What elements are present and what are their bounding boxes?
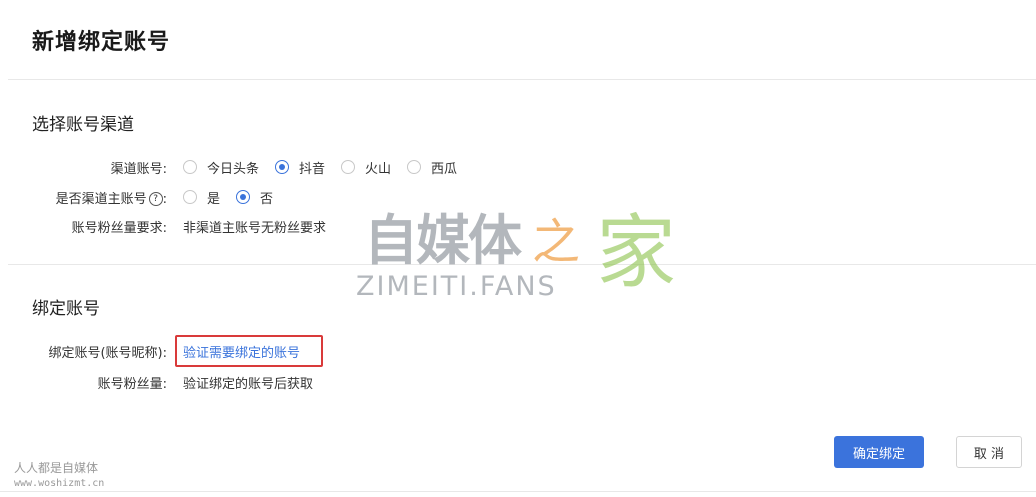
fans-count-row: 账号粉丝量: 验证绑定的账号后获取 bbox=[0, 371, 313, 393]
channel-option-douyin[interactable]: 抖音 bbox=[275, 158, 325, 177]
fans-count-label: 账号粉丝量: bbox=[97, 376, 167, 392]
fans-requirement-value: 非渠道主账号无粉丝要求 bbox=[183, 220, 327, 236]
radio-circle-checked[interactable] bbox=[275, 160, 290, 174]
bottom-divider bbox=[0, 491, 1036, 492]
channel-option-label: 抖音 bbox=[299, 161, 326, 177]
main-account-option-yes[interactable]: 是 bbox=[183, 188, 220, 207]
radio-circle[interactable] bbox=[183, 190, 197, 204]
radio-circle[interactable] bbox=[341, 160, 356, 174]
watermark-zhi-text: 之 bbox=[532, 214, 581, 270]
watermark-en-text: ZIMEITI.FANS bbox=[356, 271, 557, 302]
channel-radio-group: 今日头条 抖音 火山 西瓜 bbox=[183, 158, 473, 177]
channel-option-label: 今日头条 bbox=[207, 161, 260, 177]
corner-watermark-name: 人人都是自媒体 bbox=[14, 461, 99, 475]
channel-option-huoshan[interactable]: 火山 bbox=[341, 158, 391, 177]
channel-label: 渠道账号: bbox=[110, 161, 167, 177]
bind-section-title: 绑定账号 bbox=[32, 299, 100, 319]
channel-option-xigua[interactable]: 西瓜 bbox=[407, 158, 457, 177]
radio-circle[interactable] bbox=[183, 160, 197, 174]
channel-option-label: 火山 bbox=[365, 161, 392, 177]
confirm-bind-button[interactable]: 确定绑定 bbox=[834, 436, 924, 468]
watermark-jia-text: 家 bbox=[596, 206, 676, 299]
main-account-label: 是否渠道主账号?: bbox=[55, 191, 167, 207]
header-divider bbox=[8, 79, 1036, 80]
page-title: 新增绑定账号 bbox=[32, 30, 171, 55]
channel-option-label: 西瓜 bbox=[431, 161, 458, 177]
section-divider bbox=[8, 264, 1036, 265]
channel-section-title: 选择账号渠道 bbox=[32, 115, 134, 135]
verify-highlight-box bbox=[175, 335, 323, 367]
radio-circle-checked[interactable] bbox=[236, 190, 251, 204]
main-account-radio-group: 是 否 bbox=[183, 188, 289, 207]
cancel-button[interactable]: 取 消 bbox=[956, 436, 1022, 468]
site-watermark: 自媒体 之 家 ZIMEITI.FANS bbox=[356, 196, 700, 306]
main-account-row: 是否渠道主账号?: 是 否 bbox=[0, 186, 289, 208]
main-account-option-label: 是 bbox=[207, 191, 221, 207]
channel-option-toutiao[interactable]: 今日头条 bbox=[183, 158, 259, 177]
corner-watermark-url: www.woshizmt.cn bbox=[14, 478, 105, 489]
fans-requirement-label: 账号粉丝量要求: bbox=[71, 220, 167, 236]
main-account-option-no[interactable]: 否 bbox=[236, 188, 273, 207]
main-account-option-label: 否 bbox=[260, 191, 274, 207]
corner-watermark: 人人都是自媒体 www.woshizmt.cn bbox=[14, 459, 104, 489]
fans-count-value: 验证绑定的账号后获取 bbox=[183, 376, 314, 392]
help-icon[interactable]: ? bbox=[148, 192, 163, 206]
fans-requirement-row: 账号粉丝量要求: 非渠道主账号无粉丝要求 bbox=[0, 215, 326, 237]
bind-account-label: 绑定账号(账号昵称): bbox=[48, 345, 167, 361]
radio-circle[interactable] bbox=[407, 160, 422, 174]
channel-row: 渠道账号: 今日头条 抖音 火山 西瓜 bbox=[0, 156, 473, 178]
